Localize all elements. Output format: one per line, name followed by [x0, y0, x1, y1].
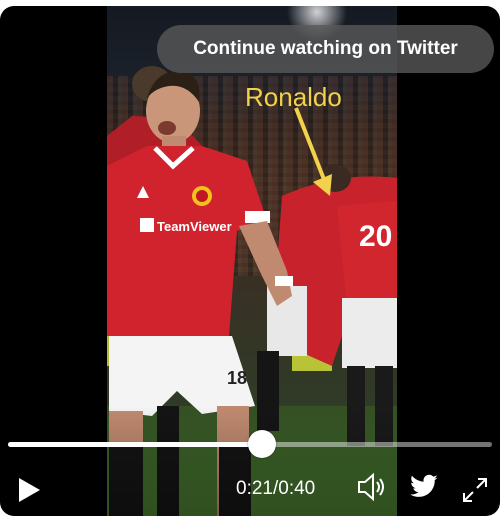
play-icon[interactable]	[12, 474, 44, 506]
progress-bar[interactable]	[8, 430, 492, 458]
shorts-number-text: 18	[227, 368, 247, 388]
progress-thumb[interactable]	[248, 430, 277, 458]
progress-fill	[8, 442, 263, 447]
annotation-arrow-icon	[294, 107, 332, 196]
volume-muted-icon[interactable]	[356, 472, 388, 502]
twitter-bird-icon[interactable]	[409, 474, 439, 500]
duration: 0:40	[278, 478, 316, 499]
current-time: 0:21	[236, 478, 273, 499]
video-player[interactable]: 20 TeamViewer 18 Continue watching on Tw…	[0, 6, 500, 516]
continue-watching-label: Continue watching on Twitter	[193, 38, 458, 59]
sponsor-text: TeamViewer	[157, 219, 232, 234]
time-readout: 0:21/0:40	[236, 478, 315, 500]
continue-watching-button[interactable]: Continue watching on Twitter	[157, 25, 494, 73]
expand-icon[interactable]	[461, 476, 489, 504]
